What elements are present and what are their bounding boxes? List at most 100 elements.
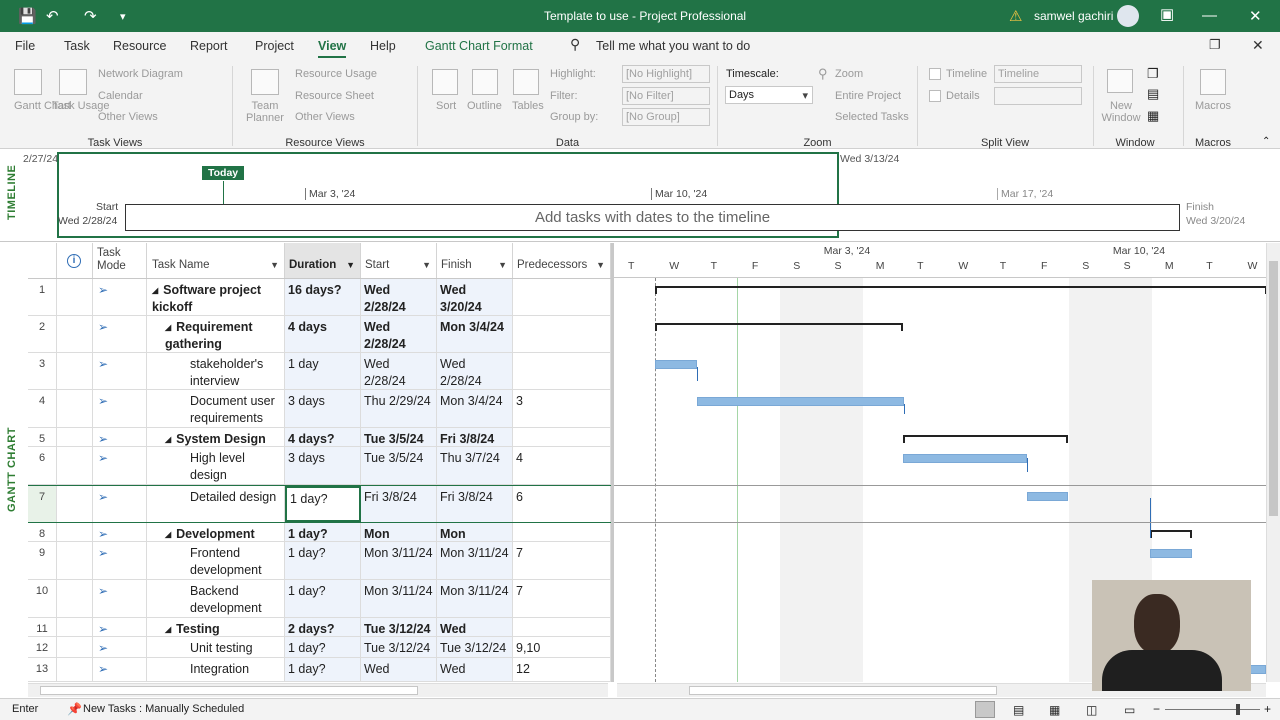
task-usage-shortcut-icon[interactable]: ▤ [1013, 703, 1024, 717]
tab-gantt-chart-format[interactable]: Gantt Chart Format [425, 39, 533, 53]
finish-cell[interactable]: Mon 3/4/24 [437, 390, 513, 427]
other-views-task-button[interactable]: Other Views [98, 111, 158, 123]
task-name-cell[interactable]: Detailed design [147, 486, 285, 522]
start-cell[interactable]: Wed 2/28/24 [361, 279, 437, 315]
start-cell[interactable]: Wed 2/28/24 [361, 353, 437, 389]
duration-cell[interactable]: 1 day [285, 353, 361, 389]
start-cell[interactable]: Fri 3/8/24 [361, 486, 437, 522]
tab-task[interactable]: Task [64, 39, 90, 53]
selected-tasks-button[interactable]: Selected Tasks [835, 111, 909, 123]
table-row[interactable]: 2 ➢ ◢ Requirement gathering 4 days Wed 2/28/2… [28, 316, 611, 353]
task-mode-cell[interactable]: ➢ [93, 353, 147, 389]
predecessors-cell[interactable] [513, 428, 611, 446]
sort-icon[interactable] [432, 69, 458, 95]
predecessors-cell[interactable] [513, 316, 611, 352]
team-planner-shortcut-icon[interactable]: ▦ [1049, 703, 1060, 717]
row-id[interactable]: 2 [28, 316, 57, 352]
finish-cell[interactable]: Wed 3/13/24 [437, 618, 513, 636]
indicators-header[interactable]: i [57, 243, 93, 278]
tables-icon[interactable] [513, 69, 539, 95]
start-header[interactable]: Start ▼ [361, 243, 437, 278]
task-name-cell[interactable]: ◢ Testing [147, 618, 285, 636]
start-cell[interactable]: Wed [361, 658, 437, 681]
predecessors-cell[interactable] [513, 353, 611, 389]
vertical-scrollbar[interactable] [1266, 243, 1280, 682]
table-row[interactable]: 1 ➢ ◢ Software project kickoff 16 days? Wed 2… [28, 279, 611, 316]
finish-cell[interactable]: Wed 3/20/24 [437, 279, 513, 315]
duration-cell[interactable]: 1 day? [285, 542, 361, 579]
collapse-ribbon-icon[interactable]: ⌃ [1262, 136, 1270, 147]
task-name-cell[interactable]: Unit testing [147, 637, 285, 657]
predecessors-cell[interactable]: 9,10 [513, 637, 611, 657]
row-id[interactable]: 4 [28, 390, 57, 427]
finish-cell[interactable]: Wed 2/28/24 [437, 353, 513, 389]
collapse-triangle-icon[interactable]: ◢ [165, 323, 171, 332]
start-cell[interactable]: Tue 3/12/24 [361, 637, 437, 657]
start-cell[interactable]: Mon 3/11/24 [361, 523, 437, 541]
gantt-chart-icon[interactable] [14, 69, 42, 95]
duration-cell[interactable]: 2 days? [285, 618, 361, 636]
timeline-checkbox[interactable] [929, 68, 941, 80]
task-mode-header[interactable]: Task Mode [93, 243, 147, 278]
start-cell[interactable]: Wed 2/28/24 [361, 316, 437, 352]
gantt-view-shortcut-icon[interactable] [975, 701, 995, 718]
team-planner-button[interactable]: Team Planner [241, 100, 289, 124]
duration-cell[interactable]: 3 days [285, 390, 361, 427]
tab-file[interactable]: File [15, 39, 35, 53]
macros-icon[interactable] [1200, 69, 1226, 95]
close-window-icon[interactable]: ✕ [1252, 37, 1264, 54]
duration-header[interactable]: Duration ▼ [285, 243, 361, 278]
reports-shortcut-icon[interactable]: ▭ [1124, 703, 1135, 717]
row-id[interactable]: 10 [28, 580, 57, 617]
summary-bar[interactable] [903, 435, 1068, 443]
task-name-cell[interactable]: ◢ Development [147, 523, 285, 541]
duration-cell[interactable]: 1 day? [285, 637, 361, 657]
chevron-down-icon[interactable]: ▼ [346, 260, 355, 270]
scrollbar-thumb[interactable] [689, 686, 997, 695]
collapse-triangle-icon[interactable]: ◢ [152, 286, 158, 295]
customize-toolbar-icon[interactable]: ▾ [120, 10, 126, 23]
grid-horizontal-scrollbar[interactable] [28, 683, 608, 697]
new-window-button[interactable]: New Window [1099, 100, 1143, 124]
task-name-header[interactable]: Task Name ▼ [147, 243, 285, 278]
task-name-cell[interactable]: ◢ Requirement gathering [147, 316, 285, 352]
entire-project-button[interactable]: Entire Project [835, 90, 901, 102]
summary-bar[interactable] [1150, 530, 1192, 538]
table-row[interactable]: 3 ➢ stakeholder's interview 1 day Wed 2/28/2… [28, 353, 611, 390]
user-name[interactable]: samwel gachiri [1034, 9, 1113, 23]
filter-dropdown[interactable]: [No Filter] [622, 87, 710, 105]
outline-button[interactable]: Outline [467, 100, 502, 112]
predecessors-cell[interactable]: 4 [513, 447, 611, 484]
table-row[interactable]: 10 ➢ Backend development 1 day? Mon 3/11/24 M… [28, 580, 611, 618]
task-sheet[interactable]: i Task Mode Task Name ▼ Duration ▼ Start ▼ … [28, 243, 611, 682]
new-tasks-mode[interactable]: New Tasks : Manually Scheduled [83, 703, 244, 715]
select-all-corner[interactable] [28, 243, 57, 278]
zoom-button[interactable]: Zoom [835, 68, 863, 80]
task-mode-cell[interactable]: ➢ [93, 390, 147, 427]
tab-resource[interactable]: Resource [113, 39, 167, 53]
tab-help[interactable]: Help [370, 39, 396, 53]
finish-cell[interactable]: Wed [437, 658, 513, 681]
scrollbar-thumb[interactable] [40, 686, 418, 695]
predecessors-cell[interactable] [513, 523, 611, 541]
table-row[interactable]: 12 ➢ Unit testing 1 day? Tue 3/12/24 Tue 3/12… [28, 637, 611, 658]
tab-report[interactable]: Report [190, 39, 228, 53]
details-dropdown[interactable] [994, 87, 1082, 105]
task-name-cell[interactable]: ◢ Software project kickoff [147, 279, 285, 315]
duration-cell[interactable]: 4 days? [285, 428, 361, 446]
minimize-icon[interactable]: — [1202, 7, 1217, 24]
task-mode-cell[interactable]: ➢ [93, 542, 147, 579]
row-id[interactable]: 7 [28, 486, 57, 522]
duration-cell[interactable]: 1 day? [285, 486, 361, 522]
start-cell[interactable]: Mon 3/11/24 [361, 580, 437, 617]
macros-button[interactable]: Macros [1195, 100, 1231, 112]
hide-window-icon[interactable]: ▦ [1147, 108, 1159, 124]
row-id[interactable]: 6 [28, 447, 57, 484]
chevron-down-icon[interactable]: ▼ [498, 260, 507, 270]
task-name-cell[interactable]: Frontend development [147, 542, 285, 579]
row-id[interactable]: 1 [28, 279, 57, 315]
task-mode-cell[interactable]: ➢ [93, 447, 147, 484]
row-id[interactable]: 13 [28, 658, 57, 681]
arrange-all-icon[interactable]: ▤ [1147, 86, 1159, 102]
undo-icon[interactable]: ↶ [46, 7, 59, 25]
